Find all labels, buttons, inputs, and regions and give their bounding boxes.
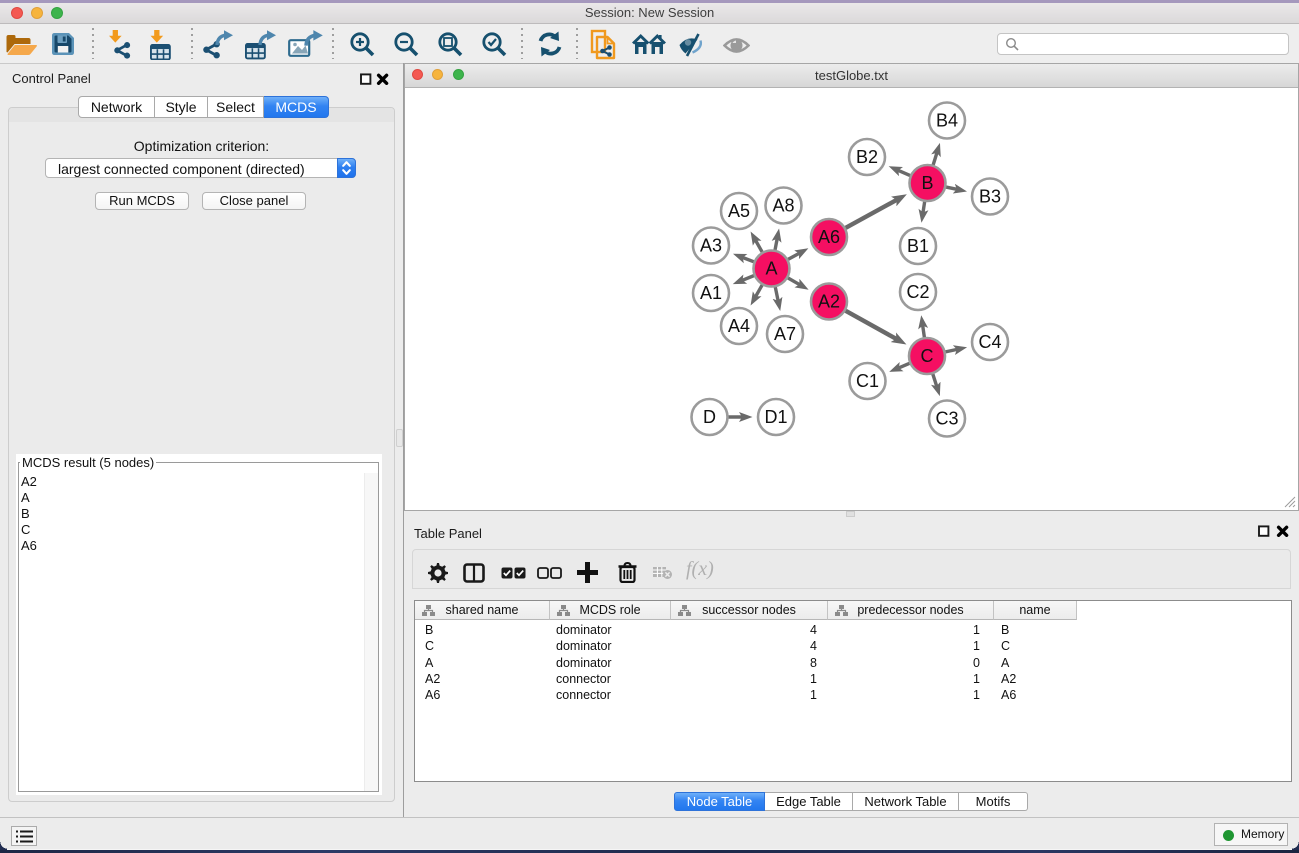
svg-text:A3: A3 [700, 236, 722, 256]
svg-text:A: A [765, 259, 777, 279]
svg-text:B: B [921, 173, 933, 193]
svg-text:C2: C2 [906, 282, 929, 302]
svg-text:B1: B1 [907, 236, 929, 256]
svg-text:C4: C4 [978, 332, 1001, 352]
svg-text:B4: B4 [936, 111, 958, 131]
svg-text:A5: A5 [728, 201, 750, 221]
svg-text:D: D [703, 407, 716, 427]
svg-text:A7: A7 [774, 324, 796, 344]
svg-text:A1: A1 [700, 283, 722, 303]
svg-text:C: C [921, 346, 934, 366]
svg-text:B2: B2 [856, 147, 878, 167]
svg-text:D1: D1 [764, 407, 787, 427]
svg-text:C3: C3 [935, 409, 958, 429]
svg-text:A4: A4 [728, 316, 750, 336]
svg-text:A8: A8 [772, 196, 794, 216]
svg-text:C1: C1 [856, 371, 879, 391]
svg-text:B3: B3 [979, 187, 1001, 207]
svg-text:A2: A2 [818, 292, 840, 312]
svg-text:A6: A6 [818, 227, 840, 247]
